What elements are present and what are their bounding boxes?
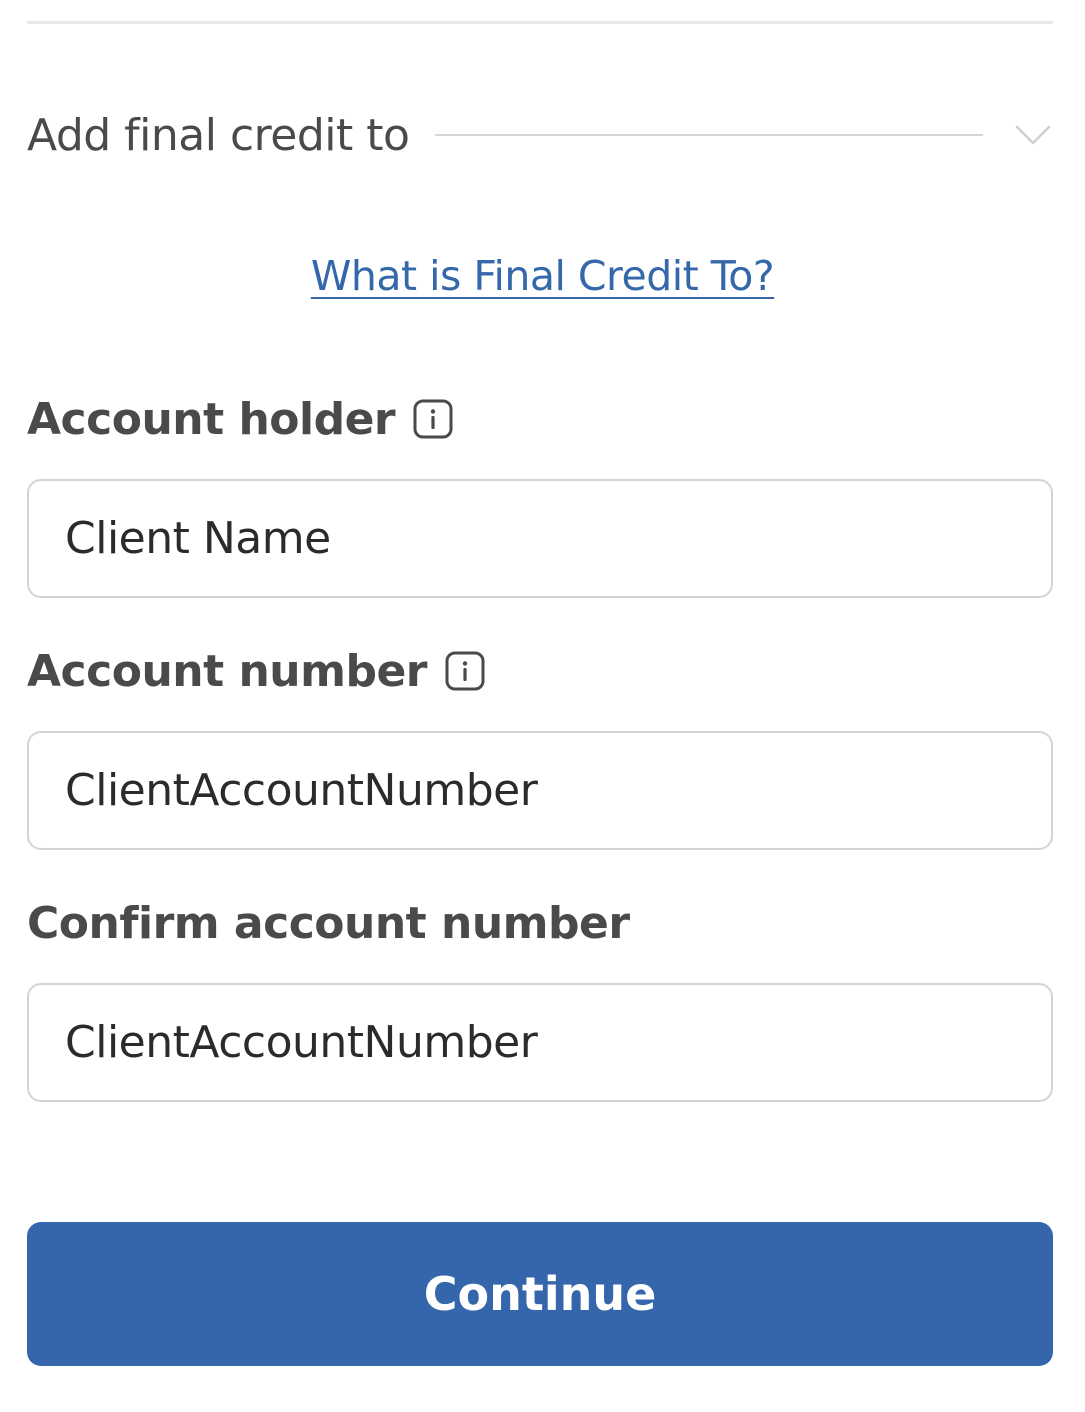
account-number-label-text: Account number <box>27 645 427 697</box>
info-icon[interactable] <box>413 399 453 439</box>
final-credit-dropdown[interactable]: Add final credit to <box>27 100 1053 170</box>
confirm-account-number-label-text: Confirm account number <box>27 897 630 949</box>
chevron-down-icon[interactable] <box>1013 115 1053 155</box>
account-number-input[interactable] <box>27 731 1053 850</box>
confirm-account-number-input[interactable] <box>27 983 1053 1102</box>
account-holder-label-text: Account holder <box>27 393 396 445</box>
confirm-account-number-label: Confirm account number <box>27 893 630 953</box>
account-holder-label: Account holder <box>27 389 453 449</box>
final-credit-label: Add final credit to <box>27 109 410 161</box>
continue-button[interactable]: Continue <box>27 1222 1053 1366</box>
info-icon[interactable] <box>445 651 485 691</box>
dropdown-underline <box>435 134 983 136</box>
top-divider <box>27 21 1053 24</box>
account-holder-input[interactable] <box>27 479 1053 598</box>
account-number-label: Account number <box>27 641 485 701</box>
what-is-final-credit-link[interactable]: What is Final Credit To? <box>0 252 1085 300</box>
